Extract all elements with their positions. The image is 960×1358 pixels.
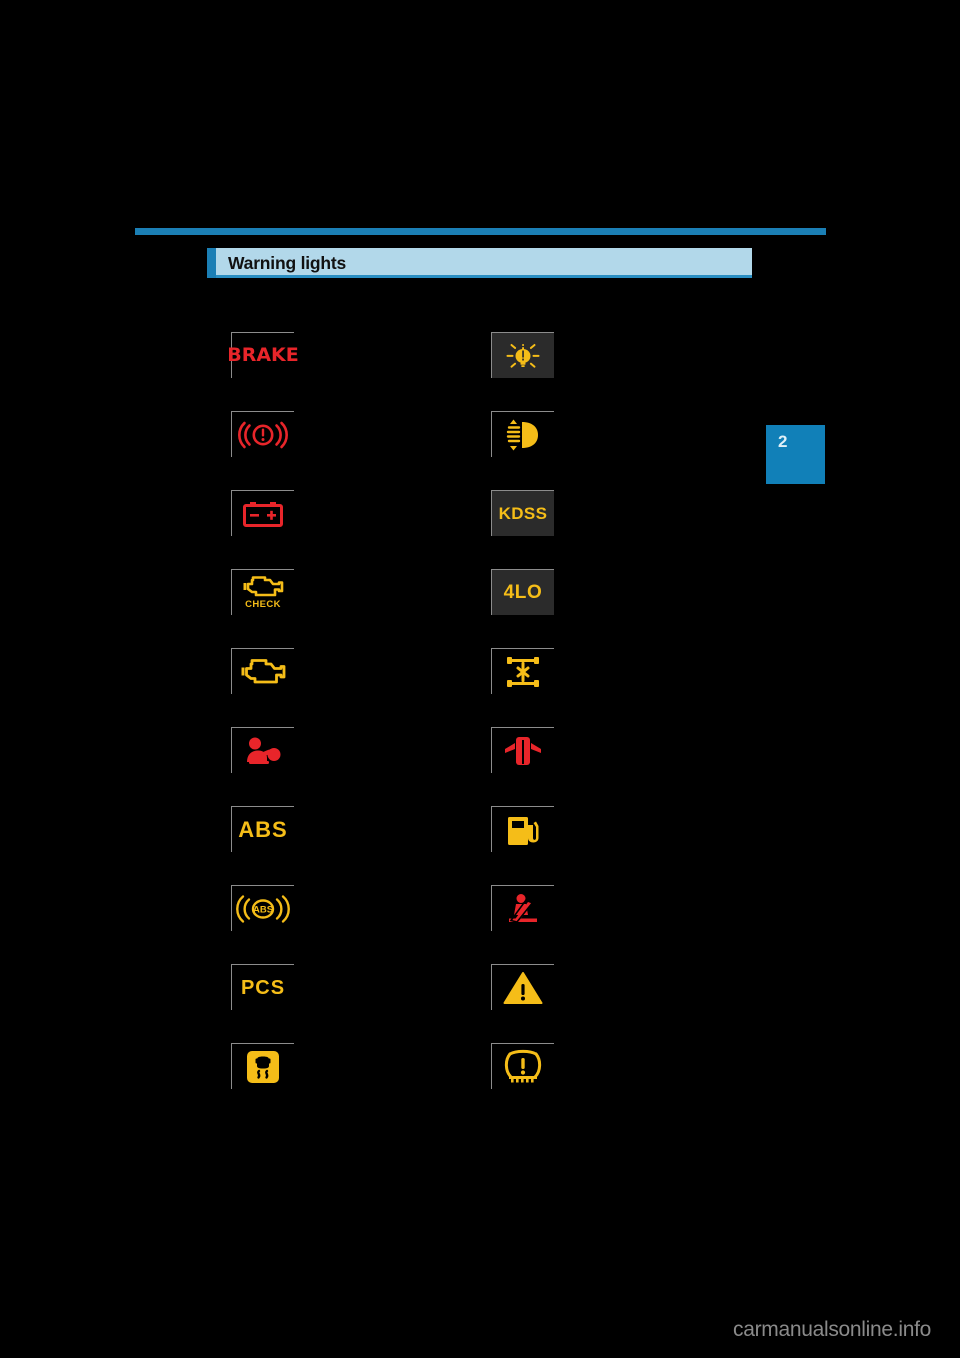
warning-light-row: ABS	[231, 806, 571, 885]
engine-check-icon: CHECK	[243, 575, 284, 610]
airbag-icon	[243, 736, 283, 766]
svg-text:ABS: ABS	[253, 904, 273, 915]
warning-light-row: CHECK 4LO	[231, 569, 571, 648]
warning-light-malfunction-indicator	[231, 648, 294, 694]
warning-light-row	[231, 411, 571, 490]
low-range-label: 4LO	[503, 582, 543, 603]
warning-light-srs-airbag-warning	[231, 727, 294, 773]
brake-circle-icon	[238, 420, 288, 450]
warning-light-kdss-warning: KDSS	[491, 490, 554, 536]
warning-light-row: PCS	[231, 964, 571, 1043]
warning-light-master-warning	[491, 964, 554, 1010]
tpms-icon	[503, 1049, 543, 1083]
section-header-accent	[207, 248, 216, 278]
vsc-slip-icon	[246, 1050, 280, 1084]
battery-icon	[242, 500, 284, 528]
warning-light-row: KDSS	[231, 490, 571, 569]
warning-light-check-engine-warning: CHECK	[231, 569, 294, 615]
warning-light-light-failure-indicator	[491, 332, 554, 378]
warning-light-tire-pressure-warning	[491, 1043, 554, 1089]
header-top-rule	[135, 228, 826, 235]
warning-light-row: ABS	[231, 885, 571, 964]
warning-light-low-fuel-warning	[491, 806, 554, 852]
warning-light-row	[231, 1043, 571, 1122]
warning-light-row: BRAKE	[227, 332, 571, 411]
warning-light-brake-system-warning: BRAKE	[227, 332, 299, 378]
bulb-failure-icon	[506, 341, 540, 371]
warning-light-pcs-warning: PCS	[231, 964, 294, 1010]
chapter-number: 2	[778, 432, 788, 451]
warning-light-row	[231, 727, 571, 806]
site-watermark: carmanualsonline.info	[733, 1318, 931, 1341]
kdss-label: KDSS	[498, 504, 548, 523]
warning-light-seat-belt-reminder	[491, 885, 554, 931]
page-title: Warning lights	[228, 252, 347, 273]
warning-light-abs-warning: ABS	[231, 806, 294, 852]
warning-light-differential-lock-indicator	[491, 648, 554, 694]
warning-light-row	[231, 648, 571, 727]
pcs-label: PCS	[240, 976, 286, 999]
headlight-leveling-icon	[505, 419, 541, 451]
warning-light-slip-indicator	[231, 1043, 294, 1089]
manual-page: Warning lights 2 BRAKE KDSS CHECK 4LO AB…	[0, 0, 960, 1358]
warning-light-low-range-indicator: 4LO	[491, 569, 554, 615]
brake-system-label: BRAKE	[227, 344, 299, 366]
abs-label: ABS	[238, 816, 288, 842]
door-open-icon	[503, 735, 543, 767]
warning-light-brake-circle-warning	[231, 411, 294, 457]
warning-light-brake-assist-warning: ABS	[231, 885, 294, 931]
engine-icon	[241, 658, 286, 686]
fuel-pump-icon	[505, 814, 541, 846]
check-engine-label: CHECK	[245, 598, 281, 610]
warning-light-charging-system-warning	[231, 490, 294, 536]
warning-lights-grid: BRAKE KDSS CHECK 4LO ABS ABS PCS	[227, 332, 571, 1122]
seatbelt-icon	[506, 893, 540, 925]
axle-lock-icon	[504, 654, 542, 690]
warning-light-door-open-warning	[491, 727, 554, 773]
warning-triangle-icon	[503, 971, 543, 1005]
abs-waves-icon: ABS	[236, 894, 290, 924]
warning-light-headlight-leveling-warning	[491, 411, 554, 457]
